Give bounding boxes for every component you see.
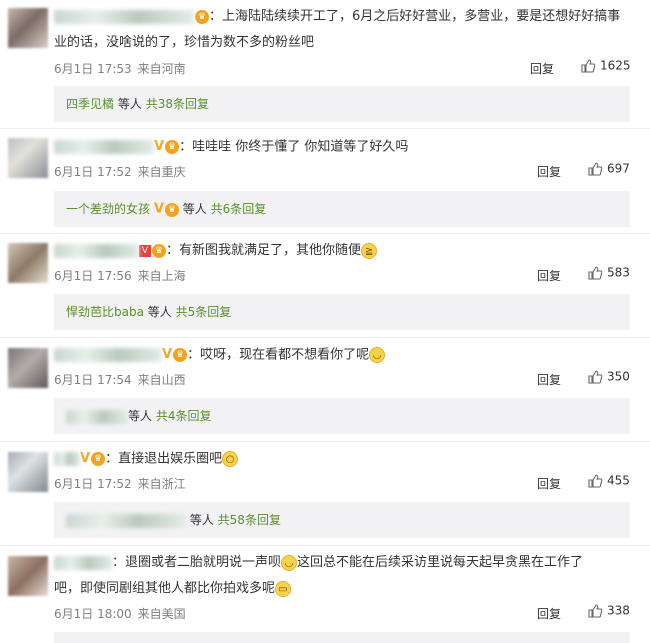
reply-summary[interactable]: 等人 共58条回复: [54, 502, 630, 538]
fan-badge-icon: ♛: [165, 140, 180, 154]
thumb-up-icon: [588, 474, 603, 488]
reply-button[interactable]: 回复: [537, 605, 561, 622]
vip-v-icon: V: [154, 139, 165, 154]
reply-summary-partial: [54, 632, 630, 643]
reply-button[interactable]: 回复: [537, 267, 561, 284]
username-blurred[interactable]: [54, 555, 112, 570]
comment-meta: 6月1日 17:52 来自重庆: [54, 165, 186, 179]
username-blurred[interactable]: [54, 140, 154, 154]
avatar[interactable]: [8, 243, 48, 283]
comment-text: V ♛ ：哎呀，现在看都不想看你了呢 ◡: [54, 344, 386, 367]
reply-names-blurred[interactable]: [66, 409, 128, 424]
thumb-up-icon: [588, 604, 603, 618]
like-button[interactable]: 1625: [580, 58, 631, 74]
vip-v-icon: V: [153, 201, 164, 217]
comment-meta: 6月1日 18:00 来自美国: [54, 607, 186, 621]
fan-badge-icon: ♛: [164, 202, 179, 217]
username-blurred[interactable]: [54, 243, 139, 258]
reply-names-blurred[interactable]: [66, 513, 186, 528]
thumb-up-icon: [588, 162, 603, 176]
username-blurred[interactable]: [54, 9, 194, 24]
divider: [0, 128, 650, 129]
divider: [0, 233, 650, 234]
thumb-up-icon: [588, 266, 603, 280]
fan-badge-icon: ♛: [91, 452, 106, 466]
reply-summary[interactable]: 一个差劲的女孩 V ♛ 等人 共6条回复: [54, 191, 630, 227]
avatar[interactable]: [8, 138, 48, 178]
fan-badge-icon: ♛: [173, 348, 188, 362]
username-blurred[interactable]: [54, 348, 162, 362]
comment-time: 6月1日 17:53: [54, 62, 132, 76]
comment-meta: 6月1日 17:52 来自浙江: [54, 477, 186, 491]
like-button[interactable]: 350: [587, 369, 630, 385]
reply-names[interactable]: 四季见橘: [66, 97, 114, 111]
shocked-emoji-icon: ○: [222, 451, 239, 467]
thumb-up-icon: [581, 59, 596, 73]
comment-meta: 6月1日 17:56 来自上海: [54, 269, 186, 283]
reply-summary[interactable]: 四季见橘 等人 共38条回复: [54, 86, 630, 122]
comment-location: 来自河南: [137, 62, 186, 76]
comment-text: V ♛ ：有新图我就满足了，其他你随便 ≧: [54, 240, 378, 262]
avatar[interactable]: [8, 348, 48, 388]
comment-text: ：退圈或者二胎就明说一声呗 ◡ 这回总不能在后续采访里说每天起早贪黑在工作了: [54, 552, 583, 574]
comment-meta: 6月1日 17:53 来自河南: [54, 60, 186, 77]
comment-text: ♛ ：上海陆陆续续开工了，6月之后好好营业，多营业，要是还想好好搞事: [54, 6, 620, 28]
comment-text: V ♛ ：直接退出娱乐圈吧 ○: [54, 448, 239, 471]
fan-badge-icon: ♛: [152, 243, 166, 258]
reply-button[interactable]: 回复: [537, 163, 561, 180]
crying-emoji-icon: ≧: [361, 242, 378, 259]
vip-v-icon: V: [162, 347, 173, 362]
reply-button[interactable]: 回复: [537, 475, 561, 492]
avatar[interactable]: [8, 452, 48, 492]
smirk-emoji-icon: ◡: [369, 347, 386, 363]
reply-summary[interactable]: 等人 共4条回复: [54, 398, 630, 434]
divider: [0, 545, 650, 546]
avatar[interactable]: [8, 8, 48, 48]
comment-meta: 6月1日 17:54 来自山西: [54, 373, 186, 387]
reply-button[interactable]: 回复: [530, 60, 554, 77]
like-button[interactable]: 583: [587, 265, 630, 281]
comment-text-line2: 吧，即使同剧组其他人都比你拍戏多呢 ▭: [54, 578, 292, 600]
verified-red-v-icon: V: [139, 244, 151, 257]
reply-button[interactable]: 回复: [537, 371, 561, 388]
vip-v-icon: V: [80, 451, 91, 466]
grin-emoji-icon: ▭: [275, 580, 292, 597]
smile-emoji-icon: ◡: [281, 554, 298, 571]
like-count: 1625: [600, 58, 631, 73]
fan-badge-icon: ♛: [195, 9, 209, 24]
reply-count-link[interactable]: 共38条回复: [146, 97, 209, 111]
username-blurred[interactable]: [54, 452, 80, 466]
comment-text: V ♛ ：哇哇哇 你终于懂了 你知道等了好久吗: [54, 136, 408, 159]
like-button[interactable]: 697: [587, 161, 630, 177]
like-button[interactable]: 338: [587, 603, 630, 619]
reply-summary[interactable]: 悍劲芭比baba 等人 共5条回复: [54, 294, 630, 330]
comment-text-line2: 业的话，没啥说的了，珍惜为数不多的粉丝吧: [54, 35, 315, 50]
thumb-up-icon: [588, 370, 603, 384]
divider: [0, 337, 650, 338]
avatar[interactable]: [8, 556, 48, 596]
like-button[interactable]: 455: [587, 473, 630, 489]
divider: [0, 441, 650, 442]
